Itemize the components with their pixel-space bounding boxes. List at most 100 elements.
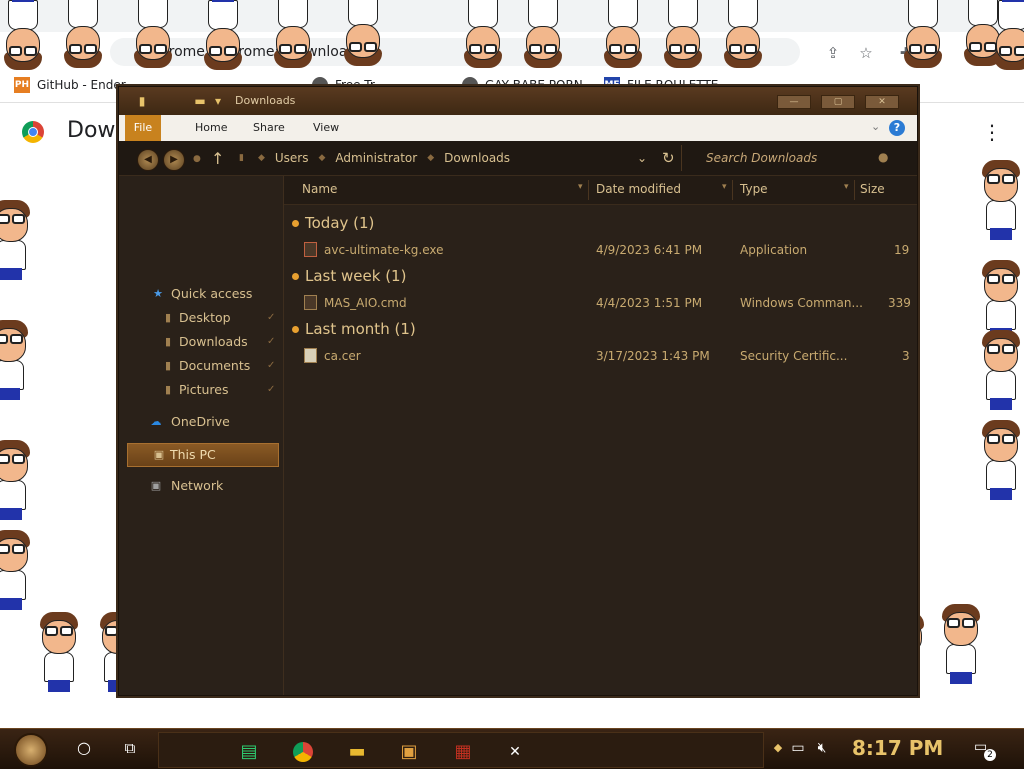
file-date: 3/17/2023 1:43 PM (596, 349, 710, 363)
file-explorer-window: ▮ ▬ ▾ Downloads — ▢ ✕ File Home Share Vi… (118, 86, 918, 767)
mascot-decoration (978, 420, 1024, 500)
file-name: MAS_AIO.cmd (324, 296, 407, 310)
nav-pictures[interactable]: ▮ Pictures ✓ (119, 379, 283, 401)
mascot-decoration (0, 0, 46, 70)
media-app-icon[interactable]: ▣ (397, 741, 421, 763)
file-explorer-taskbar-icon[interactable]: ▬ (345, 741, 369, 763)
nav-onedrive[interactable]: ☁ OneDrive (119, 411, 283, 433)
table-row[interactable]: MAS_AIO.cmd 4/4/2023 1:51 PM Windows Com… (284, 291, 917, 315)
nav-documents[interactable]: ▮ Documents ✓ (119, 355, 283, 377)
nav-desktop[interactable]: ▮ Desktop ✓ (119, 307, 283, 329)
minimize-button[interactable]: — (777, 95, 811, 109)
mascot-decoration (990, 0, 1024, 70)
recent-dropdown-icon[interactable]: ● (193, 154, 201, 164)
forward-button[interactable]: ▶ (163, 149, 185, 171)
taskbar-clock[interactable]: 8:17 PM (852, 736, 943, 760)
nav-network[interactable]: ▣ Network (119, 475, 283, 497)
up-arrow-icon[interactable]: ↑ (211, 149, 224, 168)
table-row[interactable]: ca.cer 3/17/2023 1:43 PM Security Certif… (284, 344, 917, 368)
column-date[interactable]: Date modified (596, 182, 681, 196)
tab-home[interactable]: Home (185, 115, 237, 141)
pin-icon: ✓ (267, 384, 276, 395)
column-header: Name ▾ Date modified ▾ Type ▾ Size (284, 176, 917, 205)
chrome-taskbar-icon[interactable] (291, 741, 315, 763)
task-view-icon[interactable]: ⧉ (118, 737, 142, 759)
help-icon[interactable]: ? (889, 120, 905, 136)
nav-label: Documents (179, 358, 251, 373)
address-bar-text: Chrome|chrome://downloads (150, 44, 364, 60)
nav-this-pc[interactable]: ▣ This PC (127, 443, 279, 467)
explorer-titlebar[interactable]: ▮ ▬ ▾ Downloads — ▢ ✕ (119, 87, 917, 115)
start-button[interactable] (14, 733, 48, 767)
search-box[interactable]: Search Downloads ● (681, 145, 898, 171)
file-list: Name ▾ Date modified ▾ Type ▾ Size Today… (284, 176, 917, 767)
window-title: Downloads (235, 94, 296, 107)
breadcrumb-separator: ◆ (257, 153, 265, 163)
mascot-decoration (978, 330, 1024, 410)
chevron-down-icon[interactable]: ▾ (578, 182, 583, 192)
mascot-decoration (0, 440, 34, 520)
group-header-last-week[interactable]: Last week (1) (292, 267, 406, 285)
tab-view[interactable]: View (303, 115, 349, 141)
nav-label: Quick access (171, 286, 253, 301)
mascot-decoration (270, 0, 316, 68)
maximize-button[interactable]: ▢ (821, 95, 855, 109)
mascot-decoration (130, 0, 176, 68)
breadcrumb-downloads[interactable]: Downloads (444, 151, 510, 165)
column-divider[interactable] (588, 180, 589, 200)
column-type[interactable]: Type (740, 182, 768, 196)
group-label: Last week (1) (305, 267, 407, 285)
chevron-down-icon[interactable]: ▾ (211, 94, 225, 108)
network-icon: ▣ (150, 479, 162, 492)
close-button[interactable]: ✕ (865, 95, 899, 109)
table-row[interactable]: avc-ultimate-kg.exe 4/9/2023 6:41 PM App… (284, 238, 917, 262)
column-divider[interactable] (732, 180, 733, 200)
column-size[interactable]: Size (860, 182, 885, 196)
mascot-decoration (0, 320, 32, 400)
file-name: ca.cer (324, 349, 361, 363)
address-navbar: ◀ ▶ ● ↑ ▮ ◆ Users ◆ Administrator ◆ Down… (119, 141, 917, 176)
chevron-down-icon[interactable]: ▾ (844, 182, 849, 192)
refresh-icon[interactable]: ↻ (662, 149, 675, 167)
nav-downloads[interactable]: ▮ Downloads ✓ (119, 331, 283, 353)
film-app-icon[interactable]: ▦ (451, 741, 475, 763)
breadcrumb: ▮ ◆ Users ◆ Administrator ◆ Downloads (239, 151, 520, 165)
chevron-down-icon[interactable]: ▾ (722, 182, 727, 192)
search-circle-icon[interactable]: ○ (72, 737, 96, 759)
back-button[interactable]: ◀ (137, 149, 159, 171)
column-name[interactable]: Name (302, 182, 337, 196)
navigation-pane: ★ Quick access ▮ Desktop ✓ ▮ Downloads ✓… (119, 176, 284, 695)
address-dropdown-icon[interactable]: ⌄ (637, 151, 647, 165)
pin-icon: ✓ (267, 312, 276, 323)
tab-share[interactable]: Share (243, 115, 295, 141)
ribbon-expand-icon[interactable]: ⌄ (871, 120, 880, 133)
breadcrumb-administrator[interactable]: Administrator (335, 151, 417, 165)
more-menu-icon[interactable]: ⋮ (982, 120, 1002, 144)
mascot-decoration (720, 0, 766, 68)
volume-muted-icon[interactable]: 🔇︎ (810, 737, 834, 759)
folder-icon: ▬ (194, 94, 206, 108)
tab-file[interactable]: File (125, 115, 161, 141)
nav-quick-access[interactable]: ★ Quick access (119, 283, 283, 305)
network-tray-icon[interactable]: ▭ (786, 737, 810, 759)
share-icon[interactable]: ⇪ (824, 44, 842, 62)
pin-icon: ✓ (267, 360, 276, 371)
xd-app-icon[interactable]: ✕ (503, 741, 527, 763)
group-header-today[interactable]: Today (1) (292, 214, 374, 232)
group-label: Today (1) (305, 214, 375, 232)
pin-icon: ✓ (267, 336, 276, 347)
column-divider[interactable] (854, 180, 855, 200)
mascot-decoration (60, 0, 106, 68)
mascot-decoration (978, 160, 1024, 240)
mascot-decoration (340, 0, 386, 66)
cmd-file-icon (304, 295, 317, 310)
group-header-last-month[interactable]: Last month (1) (292, 320, 416, 338)
nav-label: This PC (170, 447, 216, 462)
group-label: Last month (1) (305, 320, 416, 338)
mascot-decoration (660, 0, 706, 68)
notes-app-icon[interactable]: ▤ (237, 741, 261, 763)
file-date: 4/4/2023 1:51 PM (596, 296, 703, 310)
breadcrumb-users[interactable]: Users (275, 151, 309, 165)
breadcrumb-separator: ◆ (427, 153, 435, 163)
bookmark-star-icon[interactable]: ☆ (857, 44, 875, 62)
